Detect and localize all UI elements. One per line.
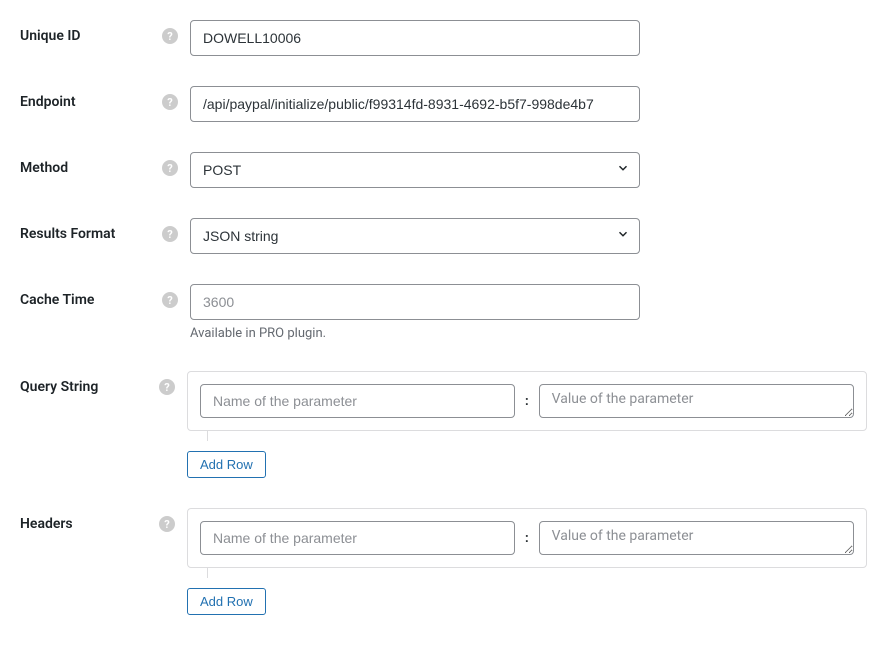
input-param-value[interactable]: [539, 521, 854, 555]
input-param-name[interactable]: [200, 521, 515, 555]
label-col-query-string: Query String ?: [20, 371, 187, 395]
help-icon[interactable]: ?: [159, 379, 175, 395]
label-results-format: Results Format: [20, 226, 115, 242]
field-col-method: POST: [190, 152, 867, 188]
label-headers: Headers: [20, 516, 73, 532]
select-results-format[interactable]: JSON string: [190, 218, 640, 254]
param-row: :: [200, 521, 854, 555]
field-col-query-string: : Add Row: [187, 371, 867, 478]
input-endpoint[interactable]: [190, 86, 640, 122]
help-icon[interactable]: ?: [162, 28, 178, 44]
row-endpoint: Endpoint ?: [20, 86, 867, 122]
row-cache-time: Cache Time ? Available in PRO plugin.: [20, 284, 867, 341]
select-wrapper-method: POST: [190, 152, 640, 188]
param-colon: :: [523, 394, 531, 409]
param-colon: :: [523, 531, 531, 546]
add-row-button[interactable]: Add Row: [187, 588, 266, 615]
label-unique-id: Unique ID: [20, 28, 81, 44]
param-row: :: [200, 384, 854, 418]
input-param-name[interactable]: [200, 384, 515, 418]
field-col-endpoint: [190, 86, 867, 122]
help-icon[interactable]: ?: [162, 94, 178, 110]
param-container-query-string: :: [187, 371, 867, 431]
label-col-headers: Headers ?: [20, 508, 187, 532]
label-cache-time: Cache Time: [20, 292, 94, 308]
param-container-headers: :: [187, 508, 867, 568]
row-unique-id: Unique ID ?: [20, 20, 867, 56]
row-query-string: Query String ? : Add Row: [20, 371, 867, 478]
field-col-headers: : Add Row: [187, 508, 867, 615]
select-wrapper-results-format: JSON string: [190, 218, 640, 254]
label-query-string: Query String: [20, 379, 98, 395]
label-col-unique-id: Unique ID ?: [20, 20, 190, 44]
label-col-method: Method ?: [20, 152, 190, 176]
input-unique-id[interactable]: [190, 20, 640, 56]
help-text-cache-time: Available in PRO plugin.: [190, 326, 867, 341]
input-param-value[interactable]: [539, 384, 854, 418]
label-col-results-format: Results Format ?: [20, 218, 190, 242]
field-col-unique-id: [190, 20, 867, 56]
field-col-results-format: JSON string: [190, 218, 867, 254]
add-row-button[interactable]: Add Row: [187, 451, 266, 478]
connector-line: [207, 568, 208, 578]
help-icon[interactable]: ?: [159, 516, 175, 532]
row-method: Method ? POST: [20, 152, 867, 188]
connector-line: [207, 431, 208, 441]
help-icon[interactable]: ?: [162, 226, 178, 242]
select-method[interactable]: POST: [190, 152, 640, 188]
label-method: Method: [20, 160, 68, 176]
label-col-endpoint: Endpoint ?: [20, 86, 190, 110]
help-icon[interactable]: ?: [162, 292, 178, 308]
row-headers: Headers ? : Add Row: [20, 508, 867, 615]
row-results-format: Results Format ? JSON string: [20, 218, 867, 254]
label-col-cache-time: Cache Time ?: [20, 284, 190, 308]
input-cache-time[interactable]: [190, 284, 640, 320]
label-endpoint: Endpoint: [20, 94, 76, 110]
field-col-cache-time: Available in PRO plugin.: [190, 284, 867, 341]
help-icon[interactable]: ?: [162, 160, 178, 176]
